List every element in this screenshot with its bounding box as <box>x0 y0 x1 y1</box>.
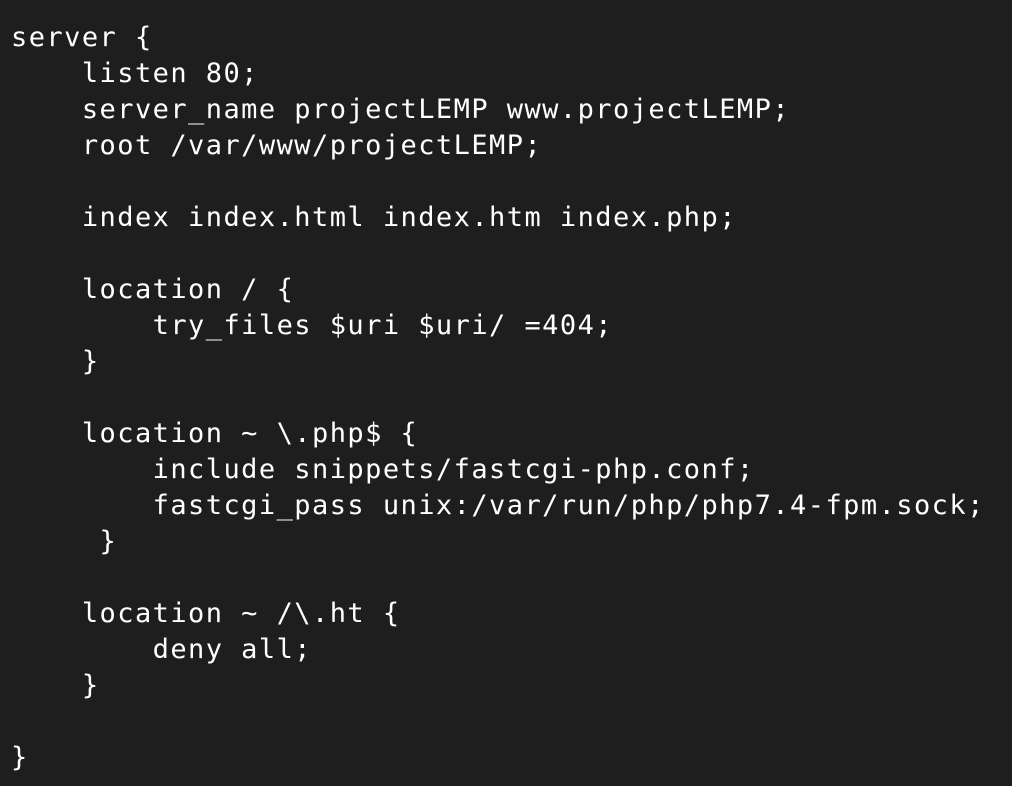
terminal-window: server { listen 80; server_name projectL… <box>0 0 1012 786</box>
code-line: } <box>11 526 118 557</box>
code-line: index index.html index.htm index.php; <box>11 202 737 233</box>
code-line: location ~ \.php$ { <box>11 418 419 449</box>
code-line: server { <box>11 22 153 53</box>
code-line: server_name projectLEMP www.projectLEMP; <box>11 94 791 125</box>
nginx-config-code: server { listen 80; server_name projectL… <box>11 20 1012 776</box>
code-line: location / { <box>11 274 295 305</box>
code-line: } <box>11 346 100 377</box>
code-line: deny all; <box>11 634 312 665</box>
code-line: fastcgi_pass unix:/var/run/php/php7.4-fp… <box>11 490 985 521</box>
code-line: try_files $uri $uri/ =404; <box>11 310 613 341</box>
code-line: listen 80; <box>11 58 259 89</box>
code-line: } <box>11 670 100 701</box>
code-line: include snippets/fastcgi-php.conf; <box>11 454 755 485</box>
code-line: } <box>11 742 29 773</box>
code-line: location ~ /\.ht { <box>11 598 401 629</box>
code-line: root /var/www/projectLEMP; <box>11 130 543 161</box>
